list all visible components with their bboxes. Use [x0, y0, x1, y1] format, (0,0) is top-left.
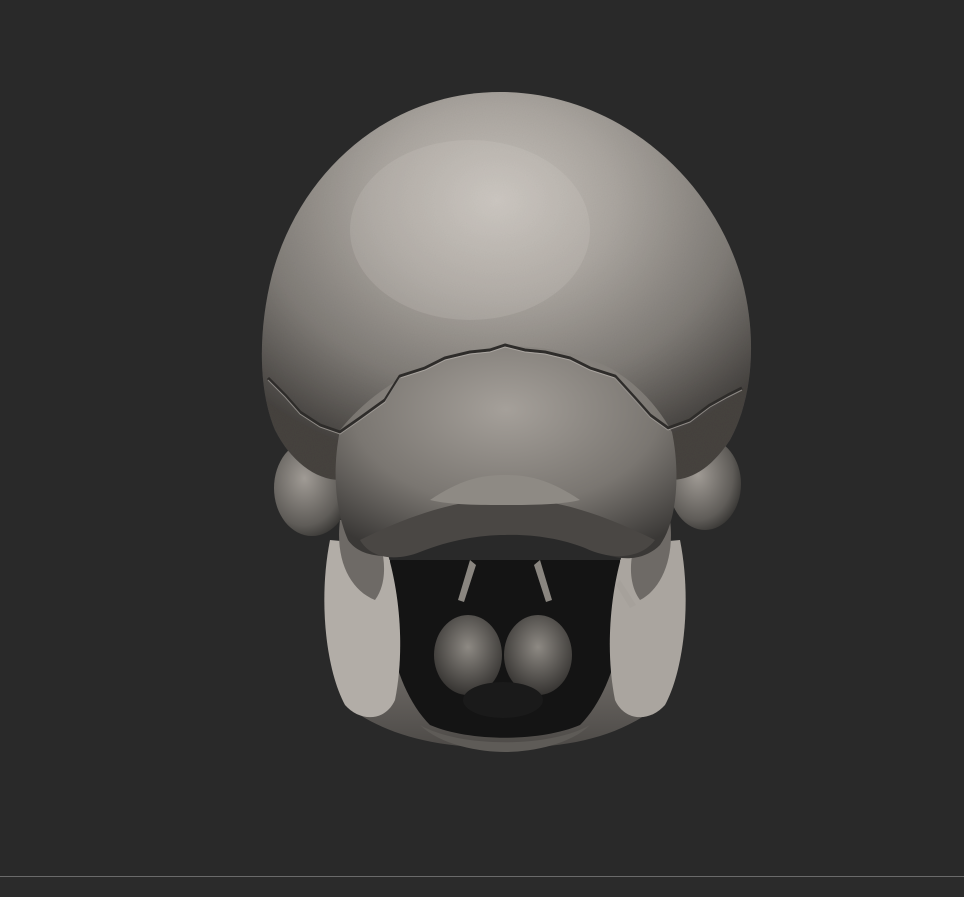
status-bar-divider: [0, 876, 964, 897]
cranium-highlight: [350, 140, 590, 320]
3d-viewport-canvas[interactable]: [0, 0, 964, 876]
skull-model[interactable]: [0, 0, 964, 876]
